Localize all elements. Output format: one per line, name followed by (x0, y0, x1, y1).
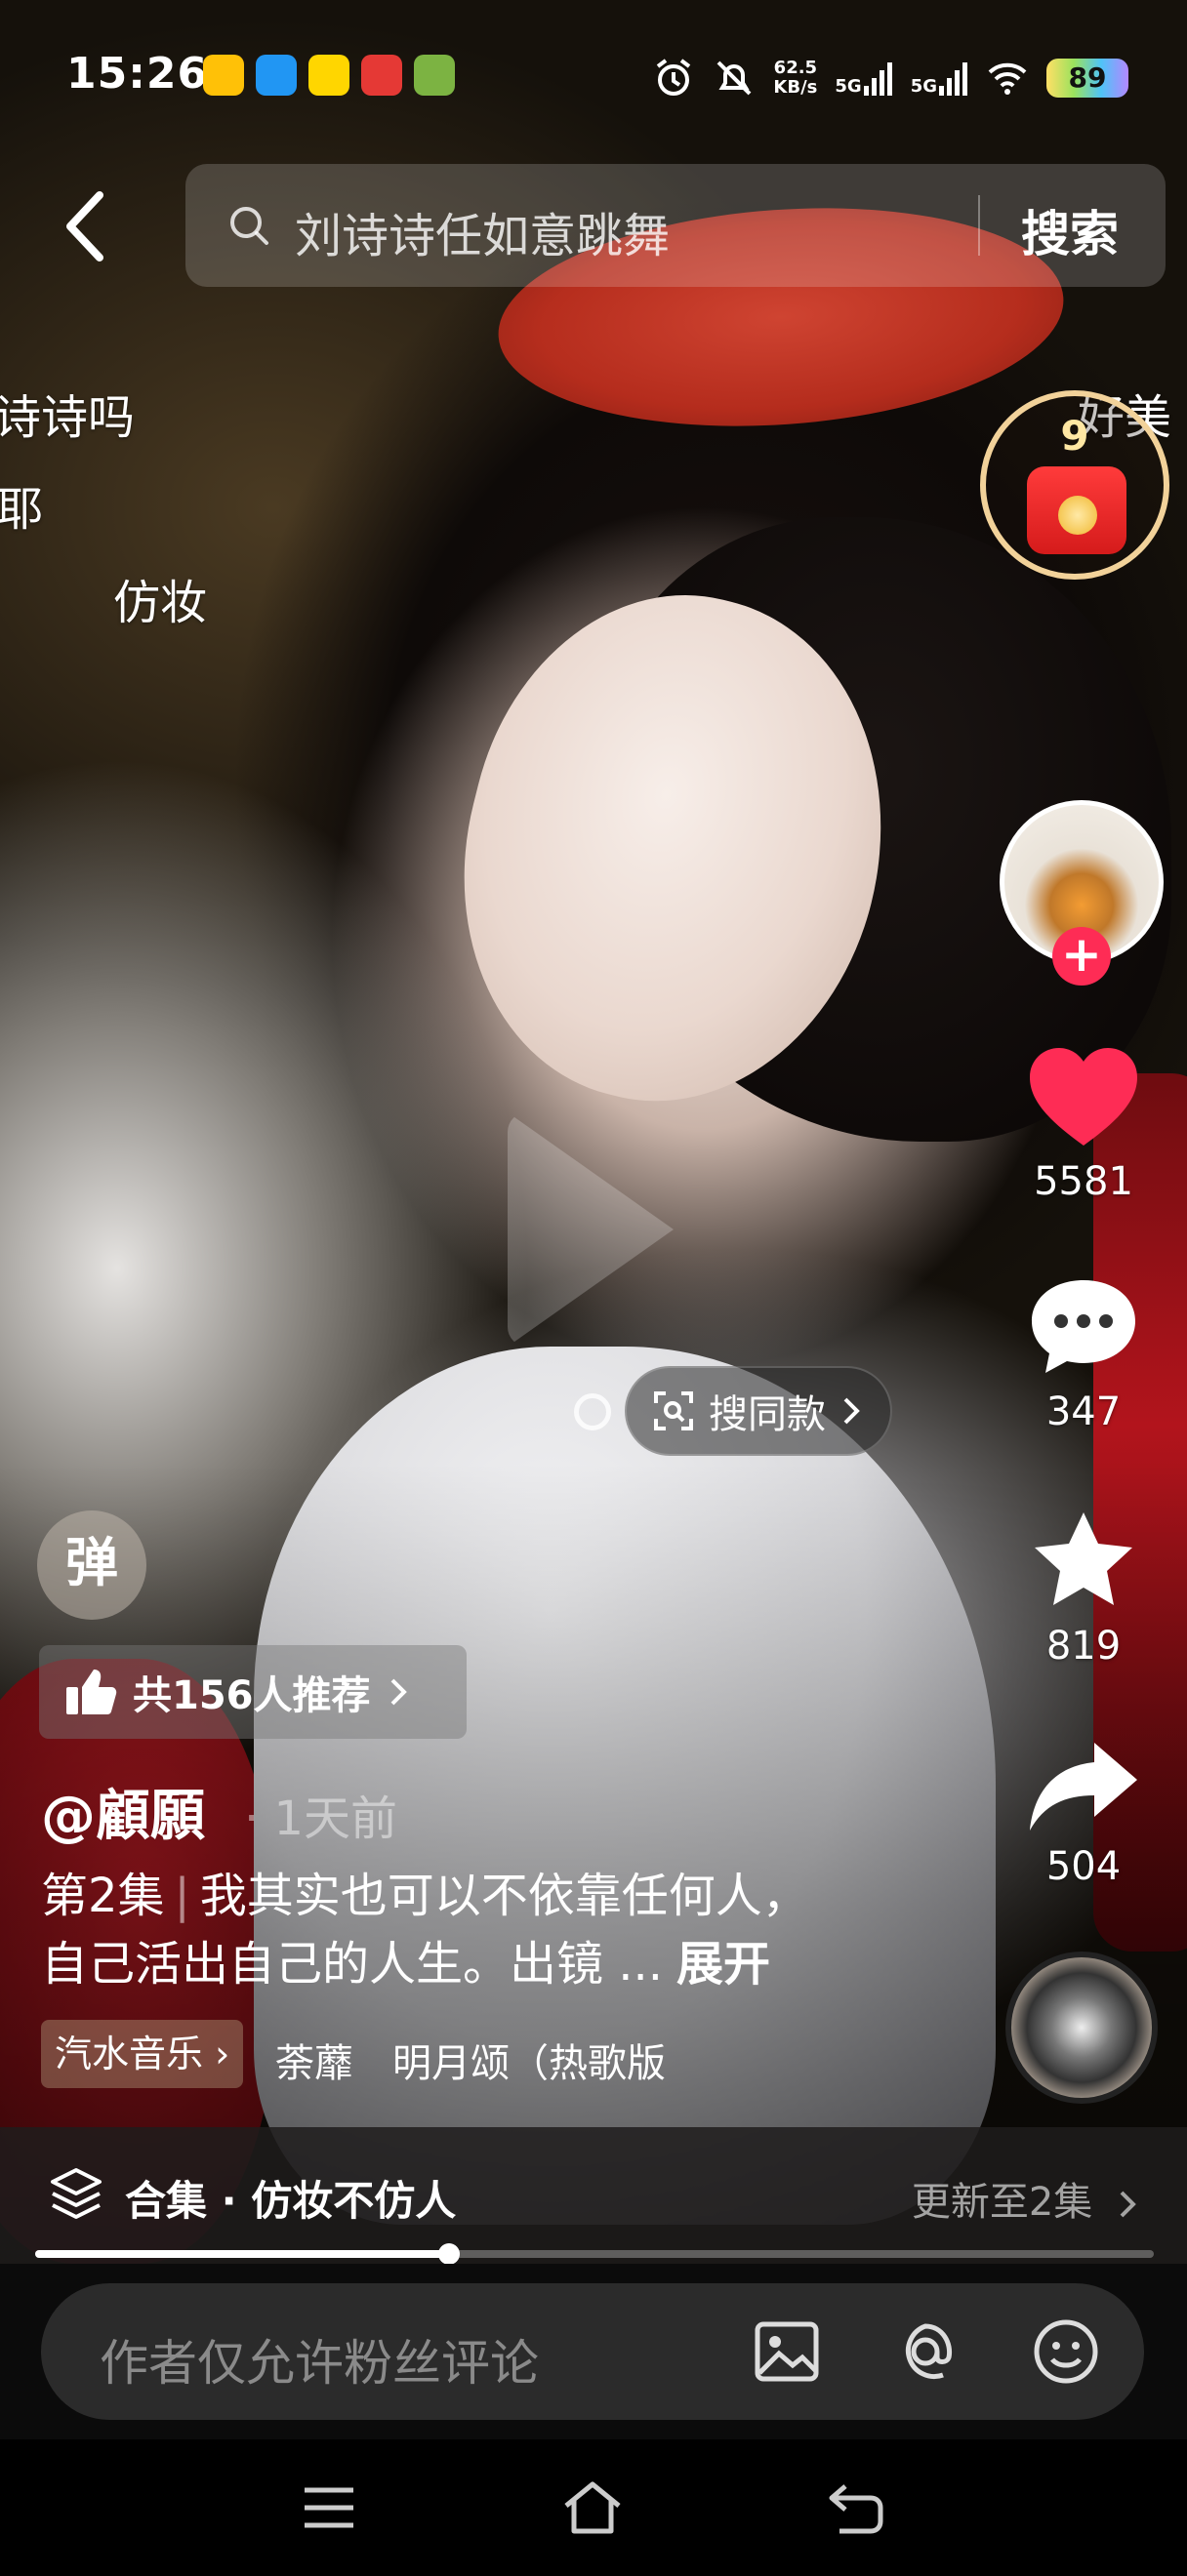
red-packet-widget[interactable]: 9 (980, 390, 1169, 580)
search-input[interactable]: 刘诗诗任如意跳舞 (295, 197, 670, 265)
description-text-1: 我其实也可以不依靠任何人， (199, 1869, 809, 1923)
description-line-2: 自己活出自己的人生。出镜 ... 展开 (41, 1930, 880, 1998)
red-packet-count: 9 (1060, 412, 1089, 460)
alarm-icon (657, 59, 691, 96)
search-same-button[interactable]: 搜同款 (625, 1366, 892, 1456)
post-time: · 1天前 (244, 1791, 398, 1846)
thumbs-up-icon (66, 1670, 117, 1714)
comment-bar: 作者仅允许粉丝评论 (0, 2264, 1187, 2439)
mention-icon[interactable] (890, 2316, 961, 2387)
share-arrow-icon (1030, 1743, 1137, 1831)
chevron-right-icon (843, 1397, 860, 1425)
back-nav-icon[interactable] (826, 2480, 886, 2535)
collection-title: 合集 · 仿妆不仿人 (125, 2177, 457, 2225)
system-nav-bar (0, 2439, 1187, 2576)
tmall-icon (361, 55, 402, 96)
comment-button[interactable]: 347 (1005, 1274, 1162, 1434)
danmaku-toggle-button[interactable]: 弹 (37, 1510, 146, 1620)
hotspot-dot[interactable] (574, 1393, 611, 1430)
signal-bars-icon (939, 62, 967, 96)
video-progress-bar[interactable] (35, 2243, 1154, 2265)
comment-count: 347 (1045, 1389, 1122, 1434)
chevron-right-icon (390, 1678, 407, 1706)
notification-app-icon (203, 55, 244, 96)
star-icon (1035, 1512, 1132, 1605)
search-icon (230, 207, 268, 245)
author-name[interactable]: @顧願 (41, 1772, 205, 1851)
like-button[interactable]: 5581 (1005, 1044, 1162, 1204)
notification-app-icon (414, 55, 455, 96)
battery-indicator: 89 (1046, 59, 1128, 98)
video-description[interactable]: 第2集 | 我其实也可以不依靠任何人， 自己活出自己的人生。出镜 ... 展开 (41, 1862, 880, 1998)
home-icon[interactable] (562, 2480, 623, 2535)
signal-1: 5G (835, 60, 892, 96)
play-icon[interactable] (508, 1112, 674, 1347)
progress-knob[interactable] (438, 2243, 461, 2265)
status-bar: 15:26 62.5 KB/s 5G 5G 89 (0, 39, 1187, 117)
signal-2: 5G (911, 60, 968, 96)
share-button[interactable]: 504 (1005, 1737, 1162, 1889)
layers-icon (51, 2168, 102, 2219)
gold-coin-icon (1058, 496, 1097, 535)
recommend-chip[interactable]: 共156人推荐 (39, 1645, 467, 1739)
search-same-label: 搜同款 (709, 1392, 826, 1437)
clock: 15:26 (66, 49, 209, 99)
menu-icon[interactable] (299, 2480, 359, 2535)
description-text-2: 自己活出自己的人生。出镜 ... (41, 1937, 664, 1992)
comment-bubble-icon (1032, 1280, 1135, 1373)
image-icon[interactable] (752, 2316, 822, 2387)
favorite-button[interactable]: 819 (1005, 1509, 1162, 1669)
notification-app-icon (256, 55, 297, 96)
heart-icon (1030, 1048, 1137, 1146)
chevron-right-icon (1120, 2191, 1136, 2218)
scan-icon (654, 1391, 693, 1430)
episode-label: 第2集 (41, 1869, 165, 1923)
search-divider (978, 195, 980, 256)
music-name[interactable]: 荼蘼 明月颂（热歌版 (275, 2032, 719, 2088)
signal-bars-icon (863, 62, 892, 96)
back-arrow-icon[interactable] (57, 187, 115, 265)
like-count: 5581 (1034, 1159, 1133, 1204)
favorite-count: 819 (1045, 1624, 1122, 1669)
music-disc-icon[interactable] (1005, 1952, 1158, 2104)
expand-button[interactable]: 展开 (676, 1937, 770, 1992)
search-button[interactable]: 搜索 (1021, 195, 1119, 265)
video-feed-screen: 15:26 62.5 KB/s 5G 5G 89 刘诗诗任如意跳舞 搜索 诗诗吗… (0, 0, 1187, 2576)
network-speed: 62.5 KB/s (773, 58, 818, 98)
search-bar[interactable]: 刘诗诗任如意跳舞 搜索 (185, 164, 1166, 287)
wifi-icon (988, 62, 1027, 95)
comment-placeholder: 作者仅允许粉丝评论 (100, 2335, 539, 2392)
description-line-1: 第2集 | 我其实也可以不依靠任何人， (41, 1869, 809, 1923)
music-source-tag[interactable]: 汽水音乐 › (41, 2020, 244, 2088)
danmaku-comment: 仿妆 (113, 576, 208, 630)
comment-input[interactable]: 作者仅允许粉丝评论 (41, 2283, 1144, 2420)
share-count: 504 (1045, 1844, 1122, 1889)
meituan-icon (308, 55, 349, 96)
danmaku-comment: 诗诗吗 (0, 390, 136, 445)
emoji-icon[interactable] (1031, 2316, 1101, 2387)
follow-button[interactable]: + (1052, 927, 1111, 986)
collection-bar[interactable]: 合集 · 仿妆不仿人 更新至2集 (0, 2127, 1187, 2264)
status-icons: 62.5 KB/s 5G 5G 89 (652, 49, 1128, 107)
recommend-label: 共156人推荐 (133, 1673, 371, 1718)
mute-bell-icon (716, 60, 752, 96)
danmaku-comment: 耶 (0, 482, 44, 537)
progress-fill (35, 2250, 450, 2258)
collection-update: 更新至2集 (912, 2170, 1138, 2227)
